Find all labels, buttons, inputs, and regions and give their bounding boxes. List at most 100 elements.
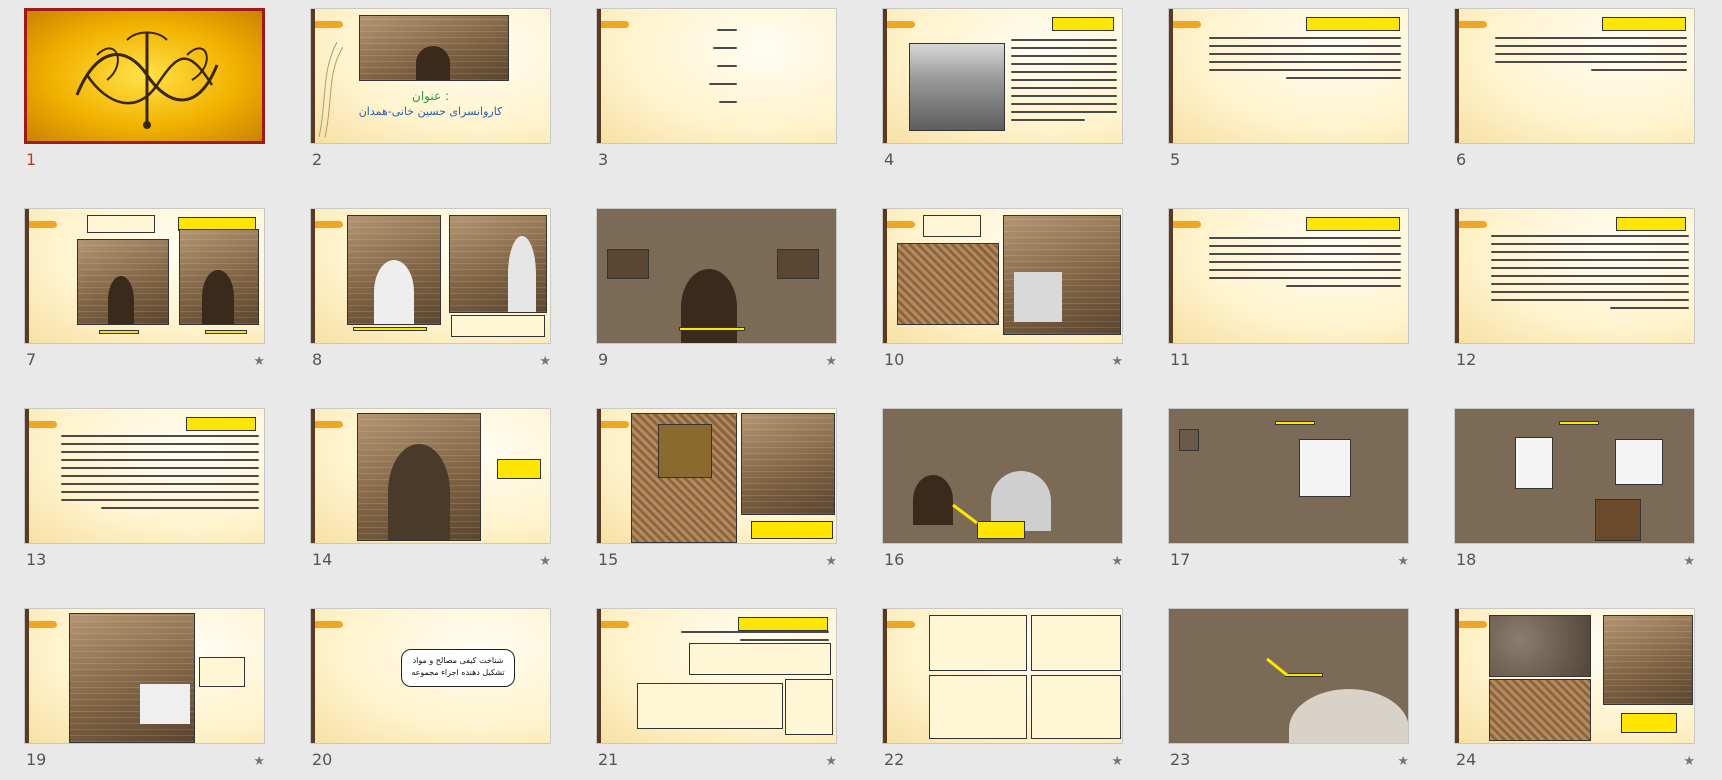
slide-thumbnail-15[interactable]: 15 ★ bbox=[596, 408, 841, 576]
slide-heading-box bbox=[186, 417, 256, 431]
slide-thumbnail-20[interactable]: شناخت کیفی مصالح و مواد تشکیل دهنده اجزا… bbox=[310, 608, 555, 776]
accent-tab bbox=[29, 421, 57, 428]
slide-thumbnail-12[interactable]: 12 bbox=[1454, 208, 1699, 376]
star-icon[interactable]: ★ bbox=[1683, 554, 1695, 569]
decor-bar bbox=[1169, 9, 1173, 143]
accent-tab bbox=[29, 221, 57, 228]
slide-preview bbox=[24, 208, 265, 344]
star-icon[interactable]: ★ bbox=[1397, 554, 1409, 569]
accent-tab bbox=[1459, 21, 1487, 28]
decor-bar bbox=[25, 609, 29, 743]
star-icon[interactable]: ★ bbox=[1397, 754, 1409, 769]
star-icon[interactable]: ★ bbox=[539, 554, 551, 569]
accent-tab bbox=[29, 621, 57, 628]
caption-box bbox=[451, 315, 545, 337]
decor-bar bbox=[1455, 9, 1459, 143]
slide-thumbnail-5[interactable]: 5 bbox=[1168, 8, 1413, 176]
slide-thumbnail-23[interactable]: 23 ★ bbox=[1168, 608, 1413, 776]
slide-preview bbox=[1454, 608, 1695, 744]
slide-preview bbox=[882, 8, 1123, 144]
slide-preview bbox=[1168, 8, 1409, 144]
star-icon[interactable]: ★ bbox=[1111, 354, 1123, 369]
slide-thumbnail-17[interactable]: 17 ★ bbox=[1168, 408, 1413, 576]
section-title-line-2: تشکیل دهنده اجزاء مجموعه bbox=[411, 668, 505, 677]
slide-thumbnail-16[interactable]: 16 ★ bbox=[882, 408, 1127, 576]
slide-thumbnail-7[interactable]: 7 ★ bbox=[24, 208, 269, 376]
decor-bar bbox=[1455, 209, 1459, 343]
slide-number: 21 bbox=[598, 750, 619, 769]
slide-thumbnail-9[interactable]: 9 ★ bbox=[596, 208, 841, 376]
photo-label bbox=[353, 327, 427, 331]
slide-number: 9 bbox=[598, 350, 609, 369]
slide-number: 13 bbox=[26, 550, 47, 569]
slide-title-label: عنوان : bbox=[412, 89, 449, 103]
slide-number: 14 bbox=[312, 550, 333, 569]
slide-number: 4 bbox=[884, 150, 895, 169]
courtyard-photo bbox=[741, 413, 835, 515]
decor-bar bbox=[883, 609, 887, 743]
slide-thumbnail-13[interactable]: 13 bbox=[24, 408, 269, 576]
slide-preview bbox=[310, 208, 551, 344]
slide-preview bbox=[882, 208, 1123, 344]
photo-label bbox=[1285, 673, 1323, 677]
text-lines bbox=[1209, 37, 1401, 85]
slide-heading-box bbox=[1052, 17, 1114, 31]
slide-thumbnail-10[interactable]: 10 ★ bbox=[882, 208, 1127, 376]
star-icon[interactable]: ★ bbox=[539, 354, 551, 369]
entrance-photo-2 bbox=[179, 229, 259, 325]
photo-label bbox=[679, 327, 745, 331]
vault-photo-2 bbox=[1003, 215, 1121, 335]
slide-thumbnail-21[interactable]: 21 ★ bbox=[596, 608, 841, 776]
star-icon[interactable]: ★ bbox=[825, 754, 837, 769]
slide-number: 15 bbox=[598, 550, 619, 569]
slide-preview bbox=[1454, 208, 1695, 344]
decor-bar bbox=[311, 209, 315, 343]
accent-tab bbox=[315, 621, 343, 628]
photo-label bbox=[751, 521, 833, 539]
star-icon[interactable]: ★ bbox=[253, 754, 265, 769]
slide-number: 22 bbox=[884, 750, 905, 769]
photo-label bbox=[99, 330, 139, 334]
star-icon[interactable]: ★ bbox=[1683, 754, 1695, 769]
slide-thumbnail-11[interactable]: 11 bbox=[1168, 208, 1413, 376]
slide-thumbnail-24[interactable]: 24 ★ bbox=[1454, 608, 1699, 776]
slide-thumbnail-22[interactable]: 22 ★ bbox=[882, 608, 1127, 776]
slide-number: 24 bbox=[1456, 750, 1477, 769]
slide-heading-box bbox=[1306, 17, 1400, 31]
star-icon[interactable]: ★ bbox=[825, 554, 837, 569]
text-lines bbox=[1491, 235, 1689, 315]
slide-thumbnail-18[interactable]: 18 ★ bbox=[1454, 408, 1699, 576]
photo-label bbox=[497, 459, 541, 479]
slide-thumbnail-4[interactable]: 4 bbox=[882, 8, 1127, 176]
slide-thumbnail-2[interactable]: عنوان : کاروانسرای حسین خانی-همدان 2 bbox=[310, 8, 555, 176]
photo-label bbox=[1559, 421, 1599, 425]
slide-thumbnail-1[interactable]: 1 bbox=[24, 8, 269, 176]
slide-thumbnail-6[interactable]: 6 bbox=[1454, 8, 1699, 176]
slide-number: 5 bbox=[1170, 150, 1181, 169]
texture-photo-3 bbox=[1603, 615, 1693, 705]
tunnel-photo bbox=[357, 413, 481, 541]
slide-thumbnail-14[interactable]: 14 ★ bbox=[310, 408, 555, 576]
slide-thumbnail-19[interactable]: 19 ★ bbox=[24, 608, 269, 776]
slide-number: 6 bbox=[1456, 150, 1467, 169]
slide-preview bbox=[596, 8, 837, 144]
text-box bbox=[637, 683, 783, 729]
star-icon[interactable]: ★ bbox=[1111, 754, 1123, 769]
vault-photo-1 bbox=[897, 243, 999, 325]
star-icon[interactable]: ★ bbox=[1111, 554, 1123, 569]
star-icon[interactable]: ★ bbox=[253, 354, 265, 369]
slide-thumbnail-8[interactable]: 8 ★ bbox=[310, 208, 555, 376]
star-icon[interactable]: ★ bbox=[825, 354, 837, 369]
slide-preview: عنوان : کاروانسرای حسین خانی-همدان bbox=[310, 8, 551, 144]
slide-preview bbox=[882, 408, 1123, 544]
slide-heading-box bbox=[1306, 217, 1400, 231]
text-box bbox=[929, 615, 1027, 671]
slide-thumbnail-3[interactable]: 3 bbox=[596, 8, 841, 176]
accent-tab bbox=[887, 621, 915, 628]
decor-bar bbox=[25, 209, 29, 343]
arrow-icon bbox=[952, 503, 978, 525]
slide-heading-box bbox=[738, 617, 828, 631]
accent-tab bbox=[887, 221, 915, 228]
decor-bar bbox=[311, 609, 315, 743]
accent-tab bbox=[601, 421, 629, 428]
